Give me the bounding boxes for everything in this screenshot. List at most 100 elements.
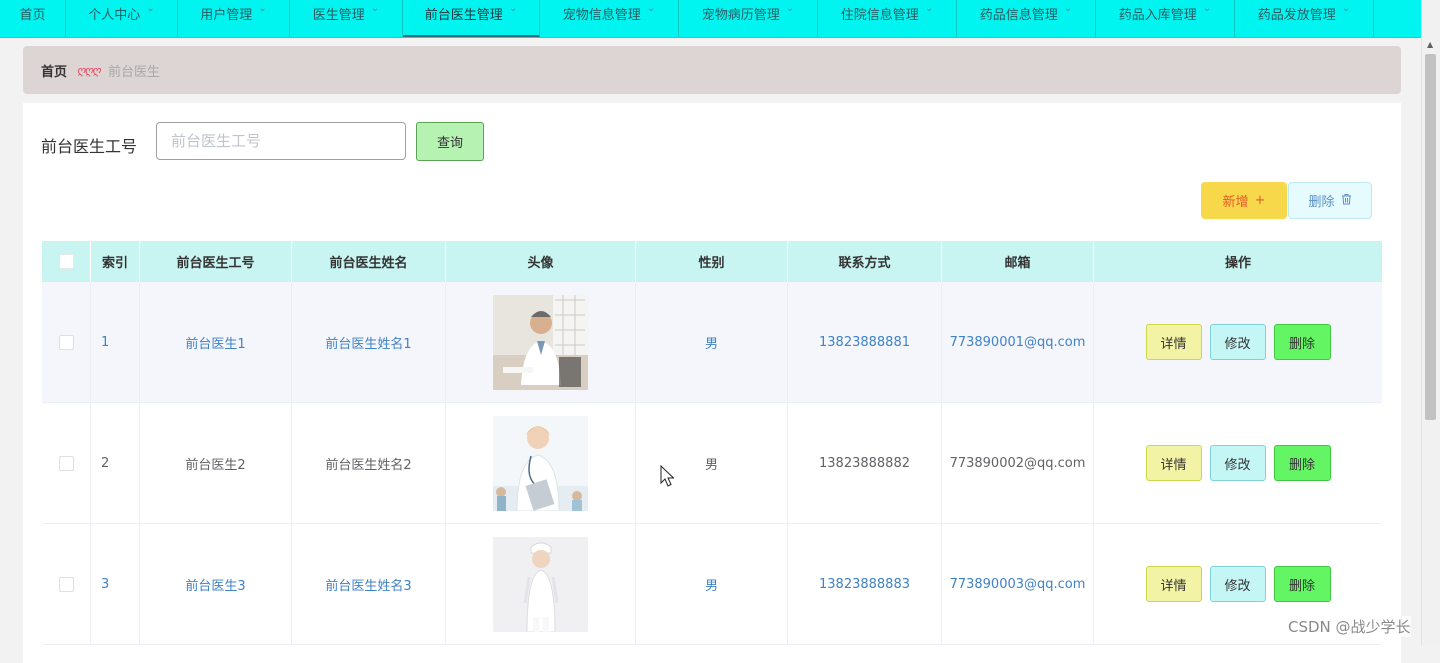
chevron-down-icon: ⌄: [1341, 3, 1351, 14]
row-actions: 详情 修改 删除: [1094, 282, 1382, 402]
detail-button[interactable]: 详情: [1145, 566, 1202, 602]
header-avatar: 头像: [446, 241, 636, 282]
add-button-label: 新增: [1222, 195, 1249, 210]
nav-item-hospitalization-management[interactable]: 住院信息管理 ⌄: [818, 0, 957, 37]
detail-button[interactable]: 详情: [1145, 324, 1202, 360]
scrollbar-thumb[interactable]: [1425, 54, 1436, 420]
batch-delete-button[interactable]: 删除: [1288, 182, 1372, 219]
select-all-checkbox[interactable]: [58, 254, 74, 269]
nav-item-personal-center[interactable]: 个人中心 ⌄: [66, 0, 178, 37]
nav-item-drug-stock-management[interactable]: 药品入库管理 ⌄: [1096, 0, 1235, 37]
row-doctor-name: 前台医生姓名2: [292, 403, 446, 523]
watermark: CSDN @战少学长: [1288, 616, 1411, 637]
nav-item-drug-dispense-management[interactable]: 药品发放管理 ⌄: [1235, 0, 1374, 37]
nav-item-front-doctor-management[interactable]: 前台医生管理 ⌄: [403, 0, 540, 37]
row-avatar-cell: [446, 524, 636, 644]
row-gender: 男: [636, 403, 788, 523]
edit-button[interactable]: 修改: [1209, 324, 1266, 360]
nav-item-label: 医生管理: [312, 8, 365, 23]
row-doctor-name: 前台医生姓名3: [292, 524, 446, 644]
main-panel: 前台医生工号 查询 新增 + 删除 索引 前台医生工号 前台医生姓名 头像 性别…: [23, 103, 1401, 663]
row-index: 3: [91, 524, 140, 644]
search-button[interactable]: 查询: [416, 122, 484, 161]
row-phone: 13823888882: [788, 403, 942, 523]
delete-button[interactable]: 删除: [1273, 445, 1331, 481]
search-label: 前台医生工号: [41, 137, 138, 156]
doctor-avatar-image: [493, 536, 588, 632]
table-row: 2 前台医生2 前台医生姓名2 男 13823888882 773890002@…: [42, 403, 1382, 524]
nav-item-user-management[interactable]: 用户管理 ⌄: [178, 0, 290, 37]
mouse-cursor-icon: [660, 465, 674, 487]
doctor-avatar-image: [493, 415, 588, 511]
header-doctor-name: 前台医生姓名: [292, 241, 446, 282]
add-button[interactable]: 新增 +: [1201, 182, 1287, 219]
breadcrumb-current: 前台医生: [107, 64, 160, 80]
header-index: 索引: [91, 241, 140, 282]
nav-item-label: 前台医生管理: [424, 8, 503, 23]
doctor-table: 索引 前台医生工号 前台医生姓名 头像 性别 联系方式 邮箱 操作 1 前台医生…: [42, 241, 1382, 645]
delete-button[interactable]: 删除: [1273, 566, 1331, 602]
table-row: 3 前台医生3 前台医生姓名3 男 13823888883 773890003@…: [42, 524, 1382, 645]
row-doctor-id: 前台医生3: [140, 524, 292, 644]
detail-button[interactable]: 详情: [1145, 445, 1202, 481]
chevron-down-icon: ⌄: [146, 3, 155, 14]
row-doctor-id: 前台医生1: [140, 282, 292, 402]
chevron-down-icon: ⌄: [258, 3, 267, 14]
nav-item-pet-records-management[interactable]: 宠物病历管理 ⌄: [679, 0, 818, 37]
search-input[interactable]: [156, 122, 406, 160]
nav-item-label: 药品信息管理: [979, 8, 1058, 23]
header-select-all[interactable]: [42, 241, 91, 282]
nav-item-label: 药品发放管理: [1257, 8, 1336, 23]
row-phone: 13823888883: [788, 524, 942, 644]
nav-item-label: 宠物信息管理: [562, 8, 641, 23]
page-scrollbar[interactable]: ▲: [1421, 0, 1440, 645]
header-gender: 性别: [636, 241, 788, 282]
search-button-label: 查询: [436, 136, 463, 151]
doctor-avatar-image: [493, 294, 588, 390]
chevron-down-icon: ⌄: [508, 3, 518, 14]
row-avatar-cell: [446, 403, 636, 523]
row-checkbox[interactable]: [58, 455, 74, 471]
delete-button-label: 删除: [1308, 195, 1335, 210]
header-phone: 联系方式: [788, 241, 942, 282]
row-email: 773890001@qq.com: [942, 282, 1094, 402]
chevron-down-icon: ⌄: [924, 3, 934, 14]
chevron-down-icon: ⌄: [1202, 3, 1212, 14]
row-index: 2: [91, 403, 140, 523]
table-header: 索引 前台医生工号 前台医生姓名 头像 性别 联系方式 邮箱 操作: [42, 241, 1382, 282]
edit-button[interactable]: 修改: [1209, 566, 1266, 602]
header-doctor-id: 前台医生工号: [140, 241, 292, 282]
header-email: 邮箱: [942, 241, 1094, 282]
plus-icon: +: [1254, 193, 1266, 208]
row-phone: 13823888881: [788, 282, 942, 402]
top-nav: 首页 个人中心 ⌄ 用户管理 ⌄ 医生管理 ⌄ 前台医生管理 ⌄ 宠物信息管理 …: [0, 0, 1422, 38]
row-avatar-cell: [446, 282, 636, 402]
row-doctor-id: 前台医生2: [140, 403, 292, 523]
row-checkbox[interactable]: [58, 334, 74, 350]
row-email: 773890002@qq.com: [942, 403, 1094, 523]
row-gender: 男: [636, 282, 788, 402]
breadcrumb-separator: ღღღ: [77, 63, 101, 77]
row-checkbox[interactable]: [58, 576, 74, 592]
chevron-down-icon: ⌄: [1063, 3, 1073, 14]
nav-item-doctor-management[interactable]: 医生管理 ⌄: [290, 0, 403, 37]
table-row: 1 前台医生1 前台医生姓名1 男 13823888881 773890001@…: [42, 282, 1382, 403]
delete-button[interactable]: 删除: [1273, 324, 1331, 360]
nav-item-pet-info-management[interactable]: 宠物信息管理 ⌄: [540, 0, 679, 37]
nav-item-label: 宠物病历管理: [701, 8, 780, 23]
breadcrumb-home[interactable]: 首页: [41, 61, 67, 80]
scroll-up-icon[interactable]: ▲: [1427, 40, 1433, 49]
edit-button[interactable]: 修改: [1209, 445, 1266, 481]
chevron-down-icon: ⌄: [646, 3, 656, 14]
nav-item-label: 住院信息管理: [840, 8, 919, 23]
nav-item-label: 首页: [19, 8, 46, 23]
row-actions: 详情 修改 删除: [1094, 403, 1382, 523]
row-doctor-name: 前台医生姓名1: [292, 282, 446, 402]
row-index: 1: [91, 282, 140, 402]
nav-item-home[interactable]: 首页: [0, 0, 66, 37]
nav-item-label: 个人中心: [88, 8, 141, 23]
chevron-down-icon: ⌄: [785, 3, 795, 14]
trash-icon: [1341, 193, 1352, 209]
nav-item-label: 用户管理: [200, 8, 253, 23]
nav-item-drug-info-management[interactable]: 药品信息管理 ⌄: [957, 0, 1096, 37]
